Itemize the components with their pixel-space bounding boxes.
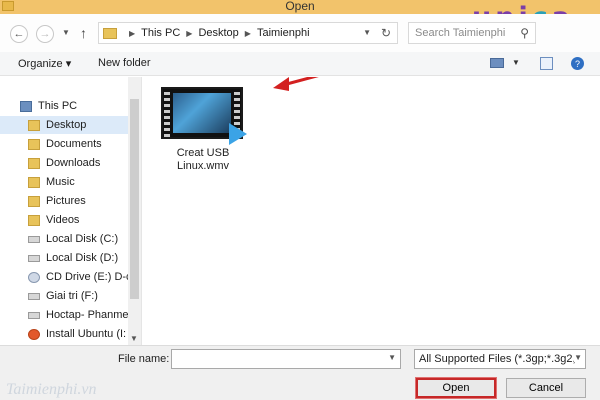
sidebar-item-label: Local Disk (C:) (46, 233, 119, 245)
sidebar-item-pictures[interactable]: Pictures (0, 192, 128, 210)
sidebar-item-label: Documents (46, 138, 102, 150)
sidebar-scrollbar[interactable]: ▼ (128, 77, 141, 345)
folder-icon (28, 214, 40, 226)
disk-icon (28, 292, 40, 300)
file-type-value: All Supported Files (*.3gp;*.3g2, (419, 353, 576, 365)
sidebar-item-install-ubuntu[interactable]: Install Ubuntu (I: (0, 325, 128, 343)
folder-icon (28, 119, 40, 131)
sidebar-item-music[interactable]: Music (0, 173, 128, 191)
file-type-select[interactable]: All Supported Files (*.3gp;*.3g2, ▼ (414, 349, 586, 369)
breadcrumb-separator-icon[interactable]: ▶ (129, 29, 135, 38)
open-button[interactable]: Open (415, 377, 497, 399)
sidebar-item-label: This PC (38, 100, 78, 112)
new-folder-button[interactable]: New folder (98, 57, 151, 69)
folder-icon (28, 157, 40, 169)
sidebar-item-label: Install Ubuntu (I: (46, 328, 127, 340)
file-name-field[interactable]: ▼ (171, 349, 401, 369)
sidebar-item-downloads[interactable]: Downloads (0, 154, 128, 172)
sidebar-item-label: Pictures (46, 195, 86, 207)
navigation-pane: This PC Desktop Documents Downloads Musi… (0, 77, 142, 345)
file-name-dropdown-icon[interactable]: ▼ (388, 353, 396, 362)
annotation-arrow-icon (273, 77, 319, 91)
sidebar-item-local-disk-c[interactable]: Local Disk (C:) (0, 230, 128, 248)
address-row: ← → ▼ ↑ ▶ This PC ▶ Desktop ▶ Taimienphi… (0, 14, 600, 52)
preview-pane-icon[interactable] (540, 57, 553, 70)
sidebar-item-label: Local Disk (D:) (46, 252, 119, 264)
ubuntu-icon (28, 328, 40, 340)
sidebar-item-label: Hoctap- Phanme (46, 309, 128, 321)
sidebar-item-videos[interactable]: Videos (0, 211, 128, 229)
breadcrumb-taimienphi[interactable]: Taimienphi (257, 27, 310, 39)
organize-button[interactable]: Organize ▾ (18, 57, 71, 70)
folder-icon (28, 138, 40, 150)
change-view-icon[interactable] (490, 58, 504, 68)
sidebar-item-label: Giai tri (F:) (46, 290, 98, 302)
sidebar-item-giai-tri-f[interactable]: Giai tri (F:) (0, 287, 128, 305)
address-dropdown-icon[interactable]: ▼ (363, 28, 371, 37)
breadcrumb-separator-icon[interactable]: ▶ (245, 29, 251, 38)
sidebar-item-label: Videos (46, 214, 80, 226)
cancel-button[interactable]: Cancel (506, 378, 586, 398)
file-type-dropdown-icon[interactable]: ▼ (574, 353, 582, 362)
up-arrow-icon[interactable]: ↑ (80, 25, 87, 41)
sidebar-item-label: Desktop (46, 119, 87, 131)
breadcrumb-separator-icon[interactable]: ▶ (186, 29, 192, 38)
search-input[interactable]: Search Taimienphi ⚲ (408, 22, 536, 44)
dialog-footer: File name: ▼ All Supported Files (*.3gp;… (0, 345, 600, 400)
sidebar-item-label: Downloads (46, 157, 101, 169)
search-placeholder: Search Taimienphi (415, 27, 506, 39)
back-arrow-icon[interactable]: ← (10, 25, 28, 43)
sidebar-item-cd-drive-e[interactable]: CD Drive (E:) D-c (0, 268, 128, 286)
sidebar-item-label: Music (46, 176, 75, 188)
sidebar-item-hoctap[interactable]: Hoctap- Phanme (0, 306, 128, 324)
disk-icon (28, 311, 40, 319)
sidebar-item-this-pc[interactable]: This PC (0, 97, 128, 115)
address-bar[interactable]: ▶ This PC ▶ Desktop ▶ Taimienphi ▼ ↻ (98, 22, 398, 44)
watermark: Taimienphi.vn (6, 381, 97, 398)
disk-icon (28, 235, 40, 243)
forward-arrow-icon[interactable]: → (36, 25, 54, 43)
sidebar-item-documents[interactable]: Documents (0, 135, 128, 153)
breadcrumb-this-pc[interactable]: This PC (141, 27, 180, 39)
pc-icon (20, 100, 32, 112)
view-options-chevron-icon[interactable]: ▼ (512, 58, 520, 67)
search-icon[interactable]: ⚲ (520, 26, 529, 40)
help-icon[interactable]: ? (571, 57, 584, 70)
sidebar-item-label: CD Drive (E:) D-c (46, 271, 128, 283)
disk-icon (28, 254, 40, 262)
cd-icon (28, 271, 40, 283)
file-list: Creat USB Linux.wmv (143, 77, 600, 345)
folder-icon (28, 176, 40, 188)
scroll-down-icon[interactable]: ▼ (130, 334, 138, 343)
file-name-label: File name: (118, 353, 170, 365)
scrollbar-thumb[interactable] (130, 99, 139, 299)
command-toolbar: Organize ▾ New folder ▼ ? (0, 52, 600, 76)
refresh-icon[interactable]: ↻ (381, 26, 391, 40)
sidebar-item-desktop[interactable]: Desktop (0, 116, 128, 134)
sidebar-item-local-disk-d[interactable]: Local Disk (D:) (0, 249, 128, 267)
breadcrumb-desktop[interactable]: Desktop (198, 27, 238, 39)
recent-locations-chevron-icon[interactable]: ▼ (62, 28, 70, 37)
folder-icon (103, 27, 117, 39)
folder-icon (28, 195, 40, 207)
